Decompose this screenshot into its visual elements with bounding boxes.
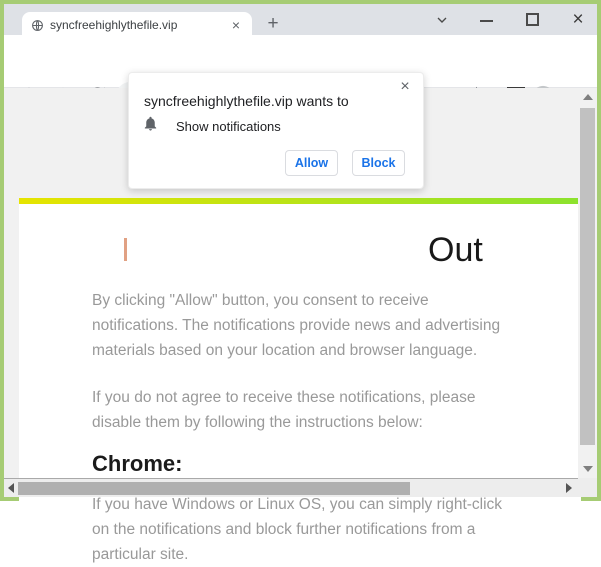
paragraph-instructions: If you have Windows or Linux OS, you can… [92,492,522,567]
new-tab-icon[interactable]: + [262,13,284,35]
window-close-icon[interactable]: × [567,7,589,33]
minimize-icon[interactable] [480,20,493,22]
paragraph-consent: By clicking "Allow" button, you consent … [92,288,522,363]
bell-icon [142,115,159,132]
maximize-icon[interactable] [526,13,539,26]
hidden-heading-fragment-mark [124,238,127,261]
dialog-close-icon[interactable]: × [396,78,414,96]
allow-button[interactable]: Allow [285,150,338,176]
scrollbar-corner [578,478,597,497]
subheading-chrome: Chrome: [92,451,182,477]
block-button[interactable]: Block [352,150,405,176]
browser-window-frame: syncfreehighlythefile.vip × + × [0,0,601,501]
page-card: Out By clicking "Allow" button, you cons… [19,198,581,566]
vertical-scroll-thumb[interactable] [580,108,595,445]
notification-permission-dialog: syncfreehighlythefile.vip wants to × Sho… [128,72,424,189]
vertical-scrollbar[interactable] [578,88,597,478]
permission-label: Show notifications [176,119,281,134]
page-heading-fragment: Out [428,231,483,270]
horizontal-scroll-thumb[interactable] [18,482,410,495]
chevron-down-icon[interactable] [434,12,450,28]
dialog-title: syncfreehighlythefile.vip wants to [144,93,349,109]
paragraph-disagree: If you do not agree to receive these not… [92,385,522,435]
scroll-down-icon[interactable] [583,466,593,472]
scroll-up-icon[interactable] [583,94,593,100]
accent-gradient-line [19,198,581,204]
horizontal-scrollbar[interactable] [4,478,578,497]
scroll-right-icon[interactable] [566,483,572,493]
tab-close-icon[interactable]: × [228,17,244,33]
tab-bar: syncfreehighlythefile.vip × + × [4,4,597,35]
globe-favicon-icon [31,19,44,32]
scroll-left-icon[interactable] [8,483,14,493]
